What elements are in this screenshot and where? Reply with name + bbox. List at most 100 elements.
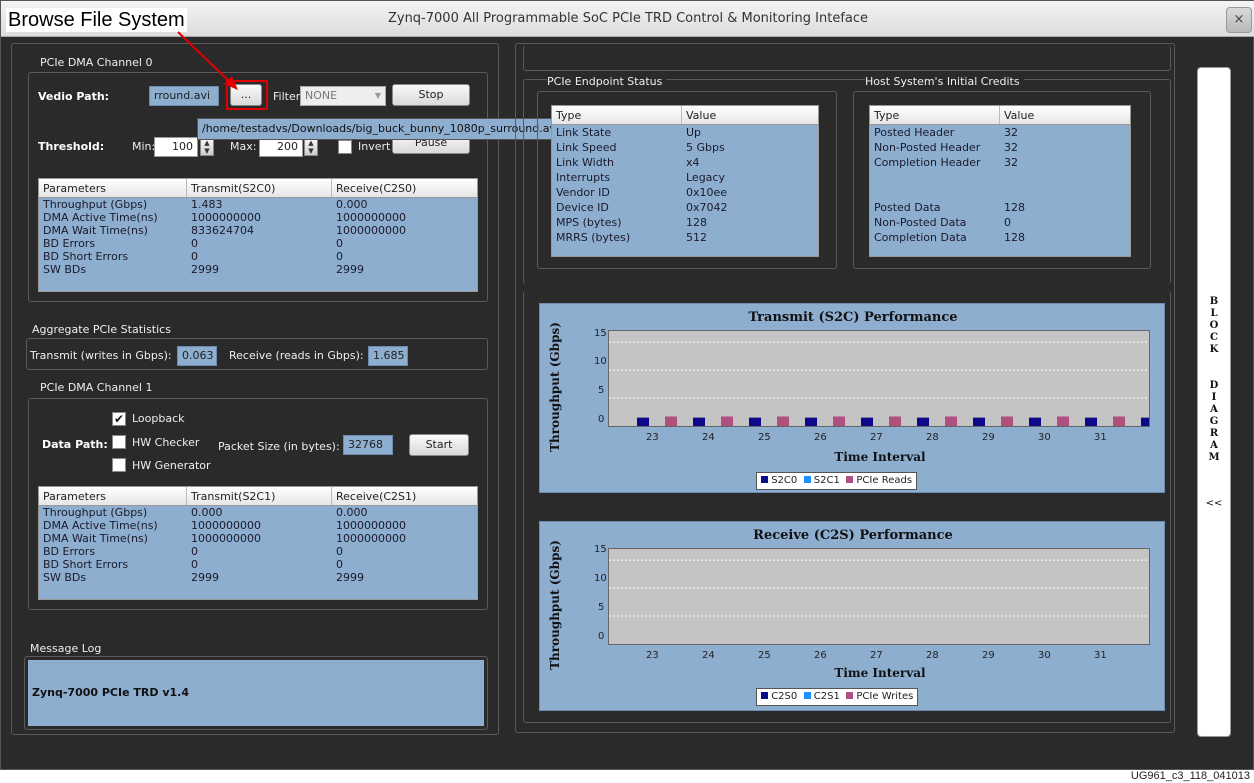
loopback-label: Loopback: [132, 412, 185, 425]
table-cell: Legacy: [686, 171, 725, 184]
column-header: Receive(C2S1): [336, 490, 417, 503]
start-button[interactable]: Start: [409, 434, 469, 456]
table-cell: 0x10ee: [686, 186, 728, 199]
table-cell: BD Short Errors: [43, 250, 129, 263]
x-tick-label: 30: [1038, 650, 1051, 661]
bar-s2c0: [861, 417, 873, 426]
table-row: Non-Posted Data 0: [870, 215, 1130, 230]
table-cell: Posted Data: [874, 201, 941, 214]
chevron-down-icon: ▼: [374, 91, 381, 100]
y-axis-label: Throughput (Gbps): [548, 540, 562, 670]
block-diagram-letter: G: [1209, 416, 1219, 427]
table-cell: 1.483: [191, 198, 223, 211]
bar-pcie-reads: [1057, 416, 1069, 426]
legend-swatch: [803, 476, 811, 483]
x-tick-label: 23: [646, 432, 659, 443]
table-header: Type Value: [870, 106, 1130, 125]
table-cell: 0.000: [336, 506, 368, 519]
plot-area: [608, 548, 1150, 645]
bar-s2c0: [1085, 417, 1097, 426]
bar-s2c0: [1029, 417, 1041, 426]
legend-swatch: [846, 692, 854, 699]
loopback-checkbox[interactable]: ✔: [112, 412, 126, 426]
table-row: Link State Up: [552, 125, 818, 140]
transmit-chart-svg: [609, 341, 1149, 426]
table-cell: 0: [336, 250, 343, 263]
aggregate-receive-label: Receive (reads in Gbps):: [229, 349, 364, 362]
column-header: Type: [552, 106, 682, 124]
table-row: BD Short Errors 0 0: [39, 558, 477, 571]
hw-checker-checkbox[interactable]: [112, 435, 126, 449]
receive-chart: Receive (C2S) Performance Throughput (Gb…: [539, 521, 1165, 711]
table-row: [870, 185, 1130, 200]
y-tick-label: 0: [598, 631, 605, 642]
table-row: Non-Posted Header 32: [870, 140, 1130, 155]
x-tick-label: 27: [870, 432, 883, 443]
table-cell: 5 Gbps: [686, 141, 725, 154]
table-cell: 0.000: [336, 198, 368, 211]
x-tick-label: 28: [926, 432, 939, 443]
y-tick-label: 5: [598, 602, 605, 613]
table-cell: Link Speed: [556, 141, 617, 154]
ch1-stats-table: Parameters Transmit(S2C1) Receive(C2S1) …: [38, 486, 478, 600]
filter-select[interactable]: NONE ▼: [300, 86, 386, 106]
column-header: Parameters: [39, 179, 187, 197]
block-diagram-letter: K: [1209, 344, 1219, 355]
annotation-arrow: [177, 31, 238, 90]
bar-s2c0: [1141, 417, 1149, 426]
max-spinner[interactable]: ▲ ▼: [304, 138, 318, 156]
block-diagram-letter: O: [1209, 320, 1219, 331]
table-cell: 128: [686, 216, 707, 229]
table-row: Completion Header 32: [870, 155, 1130, 170]
legend-swatch: [761, 476, 768, 483]
bar-s2c0: [749, 417, 761, 426]
app-window: Zynq-7000 All Programmable SoC PCIe TRD …: [0, 0, 1254, 770]
max-field[interactable]: 200: [259, 137, 303, 157]
threshold-label: Threshold:: [38, 140, 105, 153]
column-header: Receive(C2S0): [336, 182, 417, 195]
table-cell: SW BDs: [43, 263, 87, 276]
table-cell: 2999: [336, 263, 364, 276]
block-diagram-letter: I: [1211, 392, 1217, 403]
block-diagram-label: BLOCK DIAGRAM: [1198, 296, 1230, 464]
hw-generator-checkbox[interactable]: [112, 458, 126, 472]
table-cell: 1000000000: [336, 519, 406, 532]
endpoint-title: PCIe Endpoint Status: [547, 75, 667, 88]
min-field[interactable]: 100: [154, 137, 198, 157]
aggregate-title: Aggregate PCIe Statistics: [32, 323, 171, 336]
close-button[interactable]: ×: [1226, 7, 1252, 33]
table-cell: [1000, 185, 1130, 200]
bar-pcie-reads: [833, 416, 845, 426]
table-cell: 128: [1004, 231, 1025, 244]
table-row: Interrupts Legacy: [552, 170, 818, 185]
column-header: Parameters: [39, 487, 187, 505]
bar-pcie-reads: [777, 416, 789, 426]
table-header: Parameters Transmit(S2C1) Receive(C2S1): [39, 487, 477, 506]
table-cell: 32: [1004, 126, 1018, 139]
x-tick-label: 31: [1094, 432, 1107, 443]
y-tick-label: 10: [594, 356, 607, 367]
table-row: MRRS (bytes) 512: [552, 230, 818, 245]
x-tick-label: 27: [870, 650, 883, 661]
annotation-label: Browse File System: [6, 8, 187, 32]
table-row: Vendor ID 0x10ee: [552, 185, 818, 200]
x-tick-label: 23: [646, 650, 659, 661]
table-row: Posted Header 32: [870, 125, 1130, 140]
block-diagram-button[interactable]: BLOCK DIAGRAM <<: [1197, 67, 1231, 737]
y-tick-label: 15: [594, 328, 607, 339]
aggregate-transmit-field[interactable]: 0.063: [177, 346, 217, 366]
message-log-text: Zynq-7000 PCIe TRD v1.4: [32, 686, 189, 699]
invert-checkbox[interactable]: [338, 140, 352, 154]
table-cell: Non-Posted Header: [874, 141, 981, 154]
plot-area: [608, 330, 1150, 427]
table-cell: 1000000000: [336, 224, 406, 237]
aggregate-receive-field[interactable]: 1.685: [368, 346, 408, 366]
filter-value: NONE: [305, 89, 338, 102]
table-cell: Device ID: [556, 201, 609, 214]
min-spinner[interactable]: ▲ ▼: [200, 138, 214, 156]
stop-button[interactable]: Stop: [392, 84, 470, 106]
packet-size-field[interactable]: 32768: [343, 435, 393, 455]
legend-swatch: [846, 476, 854, 483]
table-cell: 0: [191, 237, 198, 250]
table-cell: 128: [1004, 201, 1025, 214]
